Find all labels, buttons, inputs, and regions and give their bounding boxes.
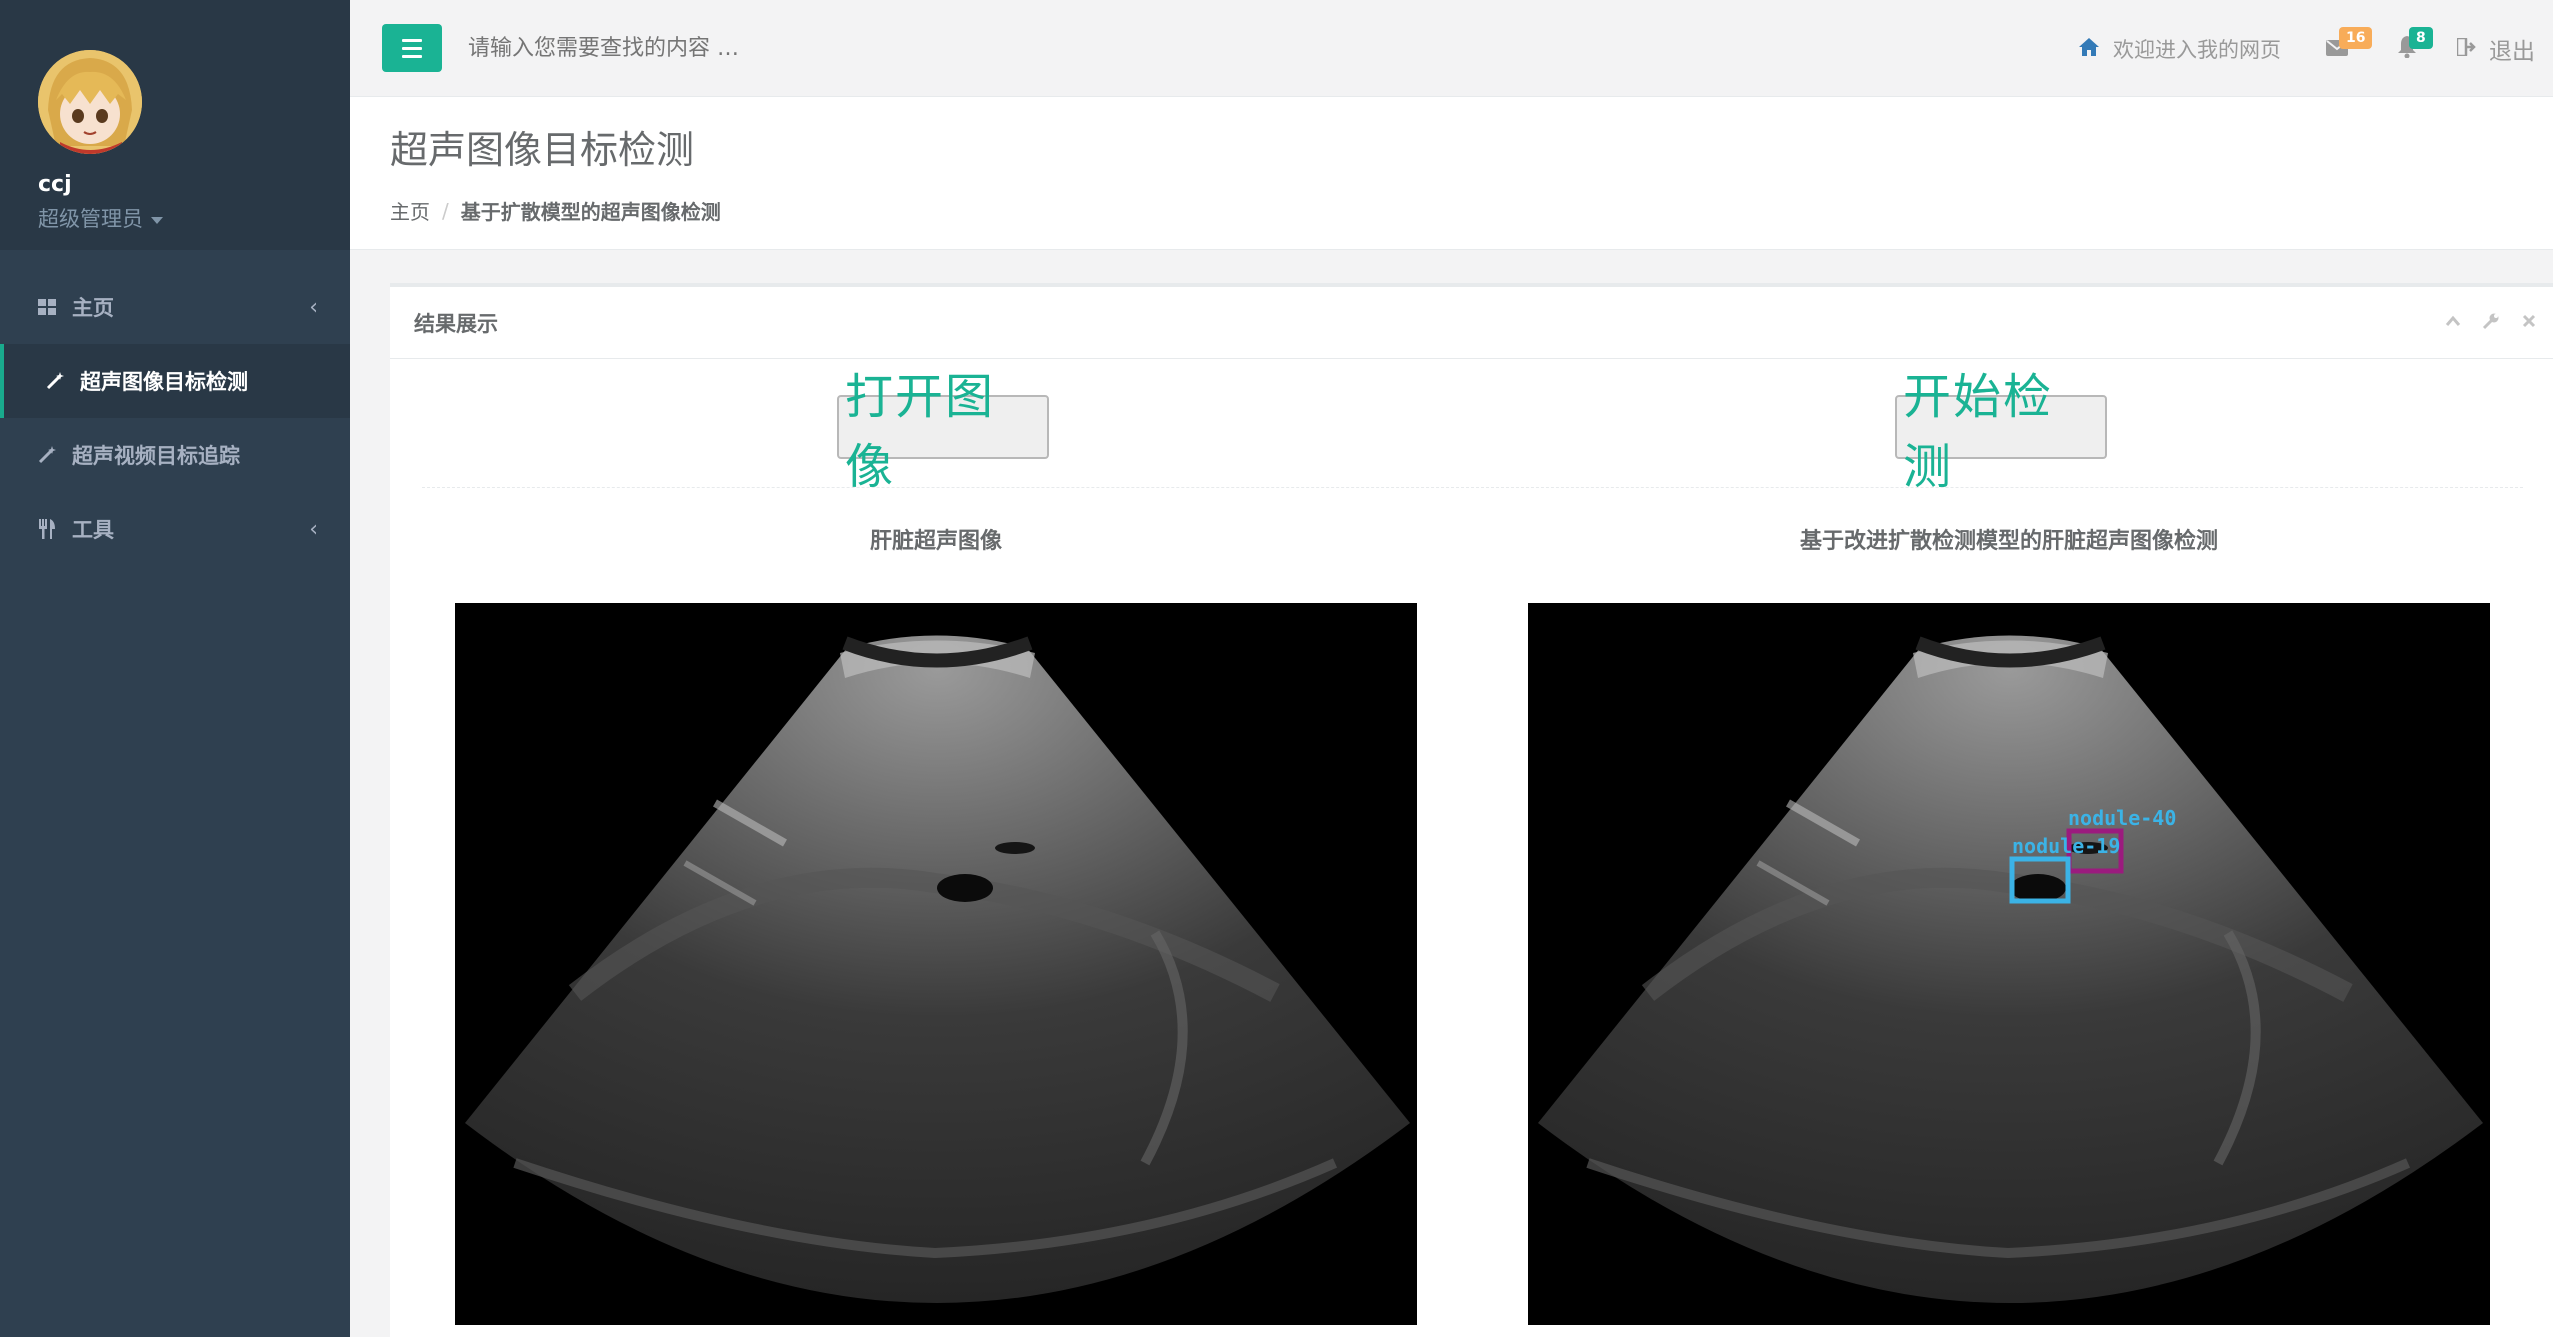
logout-label: 退出: [2489, 38, 2535, 65]
detection-image-column: 基于改进扩散检测模型的肝脏超声图像检测 nodule-40 nodule-19: [1528, 523, 2490, 1325]
wrench-icon[interactable]: [2481, 311, 2501, 331]
panel-title: 结果展示: [414, 311, 498, 336]
chevron-left-icon: ‹: [309, 294, 318, 320]
sidebar-item-label: 主页: [72, 296, 114, 320]
welcome-link[interactable]: 欢迎进入我的网页: [2079, 34, 2281, 64]
user-role-dropdown[interactable]: 超级管理员: [38, 203, 350, 233]
page-title: 超声图像目标检测: [390, 128, 695, 172]
grid-icon: [36, 296, 58, 318]
top-right-group: 欢迎进入我的网页 16 8 退出: [2079, 0, 2535, 97]
page-heading: 超声图像目标检测 主页 / 基于扩散模型的超声图像检测: [350, 97, 2553, 250]
detection-label: nodule-19: [2012, 834, 2120, 858]
avatar[interactable]: [38, 50, 142, 154]
alerts-button[interactable]: 8: [2387, 26, 2433, 69]
detection-image-caption: 基于改进扩散检测模型的肝脏超声图像检测: [1799, 529, 2218, 554]
original-image-column: 肝脏超声图像: [455, 523, 1417, 1325]
messages-count-badge: 16: [2339, 26, 2373, 49]
results-panel: 结果展示 打开图像 开始检测 肝脏超声图像 基于改进扩散检测模型的肝脏超声图像检…: [390, 283, 2553, 1337]
logout-button[interactable]: 退出: [2455, 32, 2535, 66]
user-role: 超级管理员: [38, 207, 143, 231]
breadcrumb-current: 基于扩散模型的超声图像检测: [460, 200, 721, 224]
open-image-button[interactable]: 打开图像: [837, 369, 1049, 495]
search-input[interactable]: [468, 24, 1168, 72]
welcome-text: 欢迎进入我的网页: [2113, 37, 2281, 62]
original-image-caption: 肝脏超声图像: [869, 529, 1002, 554]
sidebar-item-video-tracking[interactable]: 超声视频目标追踪: [0, 418, 350, 492]
sidebar-item-image-detection[interactable]: 超声图像目标检测: [0, 344, 350, 418]
sidebar-item-label: 工具: [72, 518, 114, 542]
collapse-icon[interactable]: [2443, 311, 2463, 331]
sidebar-item-label: 超声视频目标追踪: [72, 444, 240, 468]
detection-result-image: nodule-40 nodule-19: [1528, 603, 2490, 1325]
top-navbar: 欢迎进入我的网页 16 8 退出: [350, 0, 2553, 97]
chevron-left-icon: ‹: [309, 516, 318, 542]
home-icon: [2079, 37, 2099, 61]
action-row: 打开图像 开始检测: [390, 369, 2553, 495]
username: ccj: [38, 172, 72, 197]
divider: [422, 487, 2523, 488]
breadcrumb-home[interactable]: 主页: [390, 196, 430, 225]
sidebar-item-home[interactable]: 主页 ‹: [0, 270, 350, 344]
caret-down-icon: [151, 216, 163, 224]
start-detection-button[interactable]: 开始检测: [1895, 369, 2107, 495]
panel-header: 结果展示: [390, 287, 2553, 359]
original-ultrasound-image: [455, 603, 1417, 1325]
messages-button[interactable]: 16: [2317, 26, 2373, 69]
magic-wand-icon: [36, 444, 58, 466]
profile-block: ccj 超级管理员: [0, 0, 350, 250]
cutlery-icon: [36, 518, 58, 540]
panel-tools: [2443, 311, 2539, 331]
breadcrumb-separator: /: [442, 198, 449, 223]
alerts-count-badge: 8: [2409, 26, 2433, 49]
sidebar: ccj 超级管理员 主页 ‹ 超声图像目标检测 超声视频目标追踪 工具 ‹: [0, 0, 350, 1337]
sidebar-item-label: 超声图像目标检测: [80, 370, 248, 394]
magic-wand-icon: [44, 370, 66, 392]
sign-out-icon: [2455, 36, 2477, 62]
detection-label: nodule-40: [2068, 806, 2176, 830]
menu-toggle-button[interactable]: [382, 24, 442, 72]
close-icon[interactable]: [2519, 311, 2539, 331]
breadcrumb: 主页 / 基于扩散模型的超声图像检测: [390, 196, 2553, 225]
sidebar-item-tools[interactable]: 工具 ‹: [0, 492, 350, 566]
